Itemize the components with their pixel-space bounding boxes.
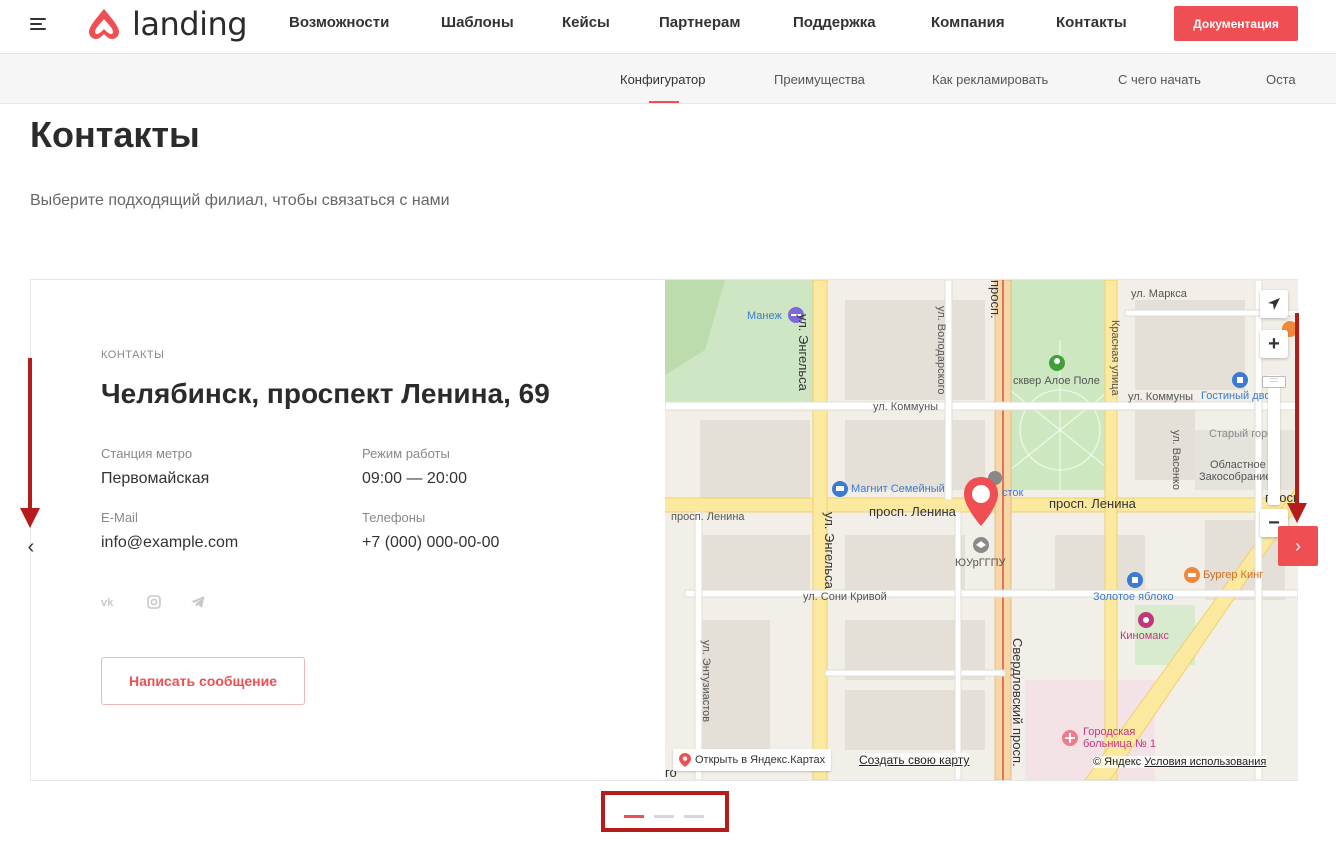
hours-label: Режим работы (362, 446, 450, 461)
map-label: ул. Васенко (1170, 430, 1182, 490)
phones-label: Телефоны (362, 510, 426, 525)
map-label: Киномакс (1120, 630, 1169, 642)
annotation-arrow-right (1287, 313, 1307, 523)
zoom-in-button[interactable]: + (1260, 330, 1288, 358)
metro-label: Станция метро (101, 446, 193, 461)
university-poi-icon[interactable] (972, 536, 990, 554)
map-label: ул. Маркса (1131, 288, 1187, 300)
map-label: Бургер Кинг (1203, 569, 1264, 581)
create-map-link[interactable]: Создать свою карту (859, 753, 970, 767)
card-label: КОНТАКТЫ (101, 349, 165, 361)
map-copyright: © Яндекс Условия использования (1093, 756, 1267, 768)
menu-icon[interactable] (30, 17, 46, 31)
navigation-arrow-icon (1268, 298, 1280, 310)
zoom-slider-track[interactable] (1268, 375, 1280, 505)
nav-item-support[interactable]: Поддержка (793, 14, 876, 31)
map-label: Красная улица (1109, 320, 1121, 396)
logo-text: landing (132, 5, 248, 43)
slider-pagination (601, 791, 729, 832)
branch-address: Челябинск, проспект Ленина, 69 (101, 378, 550, 409)
map-label: ул. Энгельса (796, 314, 811, 391)
write-message-button[interactable]: Написать сообщение (101, 657, 305, 705)
map-label: просп. Ленина (671, 511, 745, 523)
subnav-active-indicator (649, 101, 679, 103)
shop-poi-icon[interactable] (831, 480, 849, 498)
phones-value[interactable]: +7 (000) 000-00-00 (362, 534, 499, 552)
email-label: E-Mail (101, 510, 138, 525)
burger-king-poi-icon[interactable] (1183, 566, 1201, 584)
map-label: ул. Коммуны (873, 401, 939, 413)
logo[interactable]: landing (86, 5, 248, 43)
sub-navbar: Конфигуратор Преимущества Как рекламиров… (0, 54, 1336, 104)
map-label: ул. Энгельса (822, 512, 837, 589)
subnav-item-getting-started[interactable]: С чего начать (1118, 72, 1201, 87)
map-label: ул. Сони Кривой (803, 591, 887, 603)
telegram-icon[interactable] (190, 594, 206, 610)
map-label: просп. Ленина (869, 504, 956, 519)
instagram-icon[interactable] (146, 594, 162, 610)
map-label: ул. Энтузиастов (700, 640, 712, 723)
pagination-dot-2[interactable] (654, 815, 674, 818)
vk-icon[interactable]: vk (101, 594, 117, 610)
subnav-fade (1298, 54, 1336, 103)
map[interactable]: Манеж ул. Энгельса ул. Володарского прос… (665, 280, 1298, 780)
map-label: Магнит Семейный (851, 483, 945, 495)
mall-poi-icon[interactable] (1231, 371, 1249, 389)
map-label: Городская (1083, 726, 1136, 738)
map-label: Закособрание (1199, 471, 1272, 483)
map-label: просп. Ленина (1049, 496, 1136, 511)
map-label: Свердловский просп. (1010, 638, 1025, 767)
map-label: сквер Алое Поле (1013, 375, 1100, 387)
page-subtitle: Выберите подходящий филиал, чтобы связат… (30, 192, 450, 209)
terms-link[interactable]: Условия использования (1144, 756, 1266, 768)
map-background (665, 280, 1298, 780)
slider-prev-button[interactable]: ‹ (22, 536, 40, 558)
map-label: ул. Коммуны (1128, 391, 1194, 403)
location-pin-icon[interactable] (962, 476, 1000, 528)
open-in-yandex-maps-link[interactable]: Открыть в Яндекс.Картах (673, 749, 832, 771)
svg-text:vk: vk (101, 597, 114, 609)
page-title: Контакты (30, 114, 200, 155)
map-label: Гостиный двор (1201, 390, 1277, 402)
map-label: Золотое яблоко (1093, 591, 1174, 603)
hospital-poi-icon[interactable] (1061, 729, 1079, 747)
subnav-item-advantages[interactable]: Преимущества (774, 72, 865, 87)
subnav-item-more[interactable]: Оста (1266, 72, 1296, 87)
nav-item-cases[interactable]: Кейсы (562, 14, 610, 31)
hours-value: 09:00 — 20:00 (362, 470, 467, 487)
map-label: Манеж (747, 310, 782, 322)
nav-item-features[interactable]: Возможности (289, 14, 389, 31)
contact-card: КОНТАКТЫ Челябинск, проспект Ленина, 69 … (30, 279, 1298, 781)
map-label: просп. (988, 280, 1003, 319)
documentation-button[interactable]: Документация (1174, 6, 1298, 41)
subnav-item-advertising[interactable]: Как рекламировать (932, 72, 1048, 87)
nav-item-templates[interactable]: Шаблоны (441, 14, 514, 31)
subnav-item-configurator[interactable]: Конфигуратор (620, 72, 705, 87)
geolocation-button[interactable] (1260, 290, 1288, 318)
logo-icon (89, 9, 119, 39)
map-pin-icon (679, 753, 691, 767)
slider-next-button[interactable]: › (1278, 526, 1318, 566)
metro-value: Первомайская (101, 470, 210, 487)
park-poi-icon[interactable] (1048, 354, 1066, 372)
map-label: Областное (1210, 459, 1266, 471)
open-in-yandex-label: Открыть в Яндекс.Картах (695, 754, 826, 766)
nav-item-partners[interactable]: Партнерам (659, 14, 740, 31)
email-value[interactable]: info@example.com (101, 534, 238, 552)
zoom-slider-handle[interactable]: :::: (1262, 376, 1286, 388)
map-label: ЮУрГГПУ (955, 557, 1006, 569)
top-navbar: landing Возможности Шаблоны Кейсы Партне… (0, 0, 1336, 54)
cinema-poi-icon[interactable] (1137, 611, 1155, 629)
golden-apple-poi-icon[interactable] (1126, 571, 1144, 589)
nav-item-company[interactable]: Компания (931, 14, 1005, 31)
nav-item-contacts[interactable]: Контакты (1056, 14, 1127, 31)
pagination-dot-3[interactable] (684, 815, 704, 818)
pagination-dot-1[interactable] (624, 815, 644, 818)
map-label: больница № 1 (1083, 738, 1156, 750)
annotation-arrow-left (20, 358, 40, 528)
copyright-text: © Яндекс (1093, 756, 1142, 768)
map-label: сток (1002, 487, 1024, 499)
map-label: ул. Володарского (935, 306, 947, 395)
